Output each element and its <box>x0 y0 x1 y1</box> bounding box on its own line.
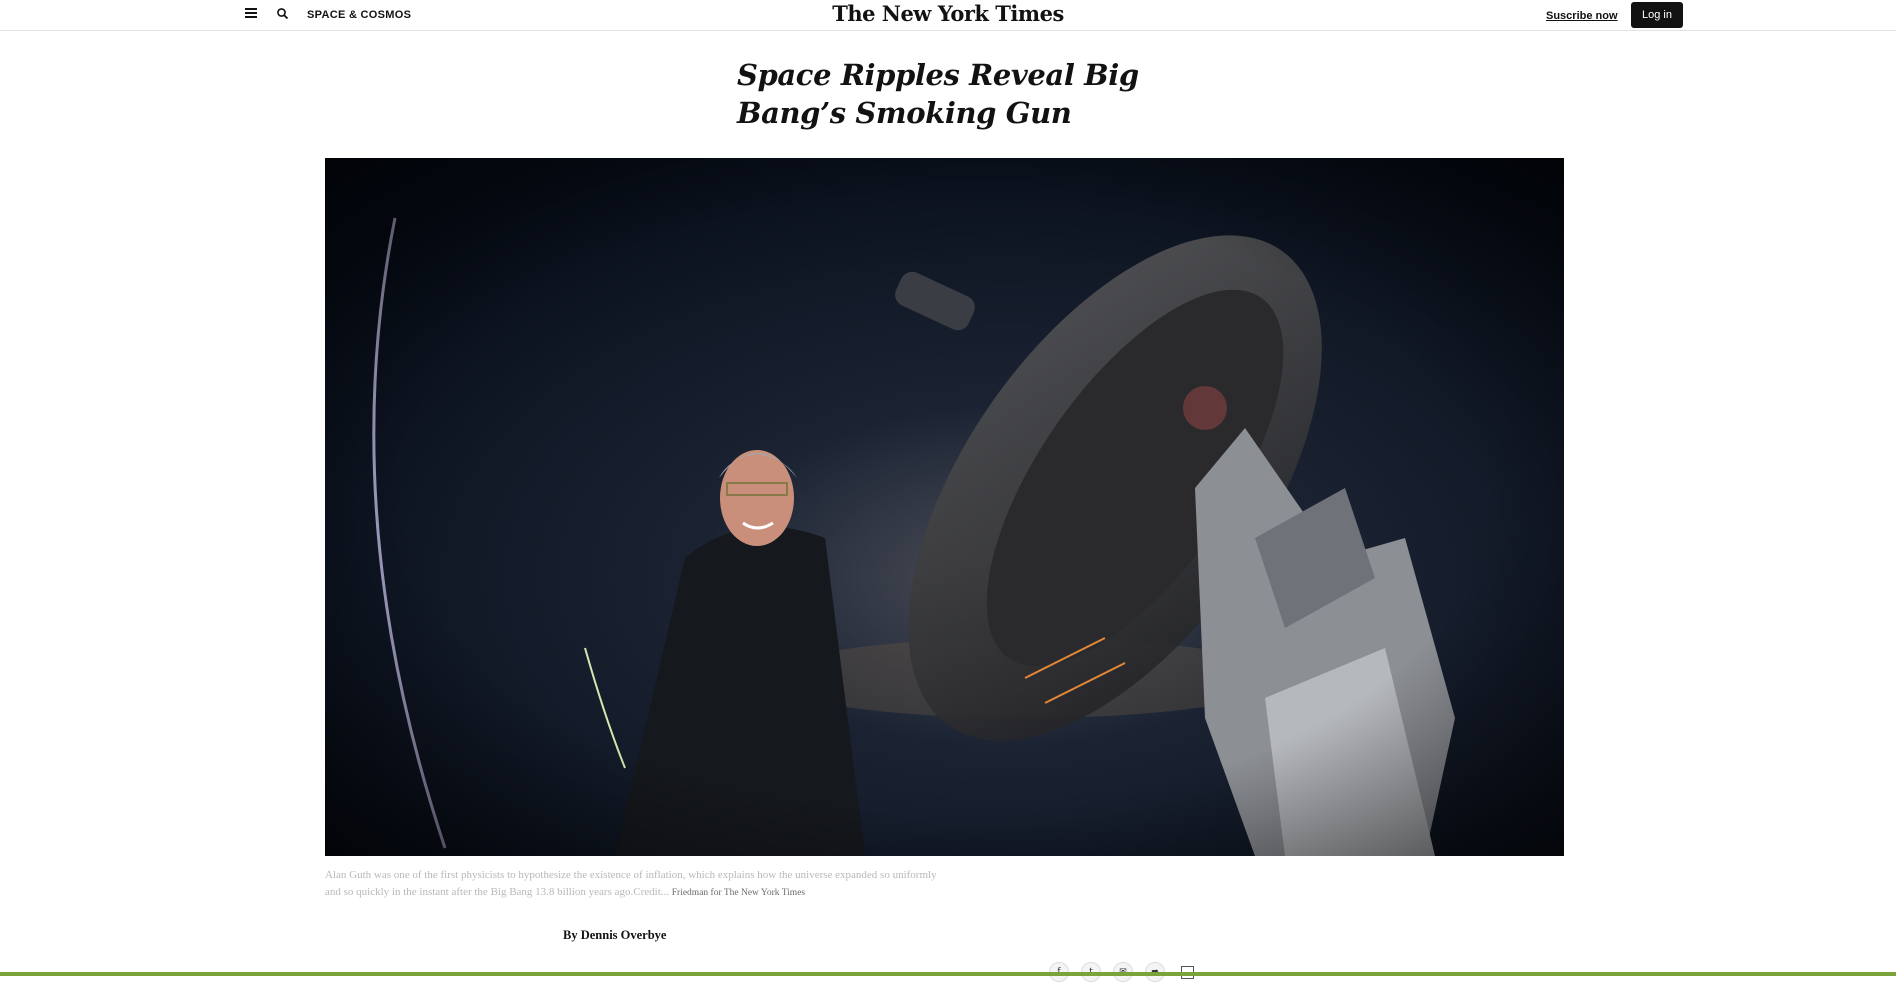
photo-credit: Friedman for The New York Times <box>671 888 806 898</box>
reading-progress-bar <box>0 972 1896 976</box>
byline[interactable]: By Dennis Overbye <box>563 928 666 943</box>
article-headline: Space Ripples Reveal Big Bang’s Smoking … <box>737 58 1139 130</box>
lead-photo <box>325 158 1564 856</box>
subscribe-link[interactable]: Suscribe now <box>1546 10 1618 22</box>
photo-caption: Alan Guth was one of the first physicist… <box>325 867 955 902</box>
top-bar: SPACE & COSMOS The New York Times Suscri… <box>0 0 1896 31</box>
credit-prefix: Credit... <box>633 886 669 898</box>
caption-text: Alan Guth was one of the first physicist… <box>325 869 937 898</box>
login-button[interactable]: Log in <box>1631 2 1683 28</box>
